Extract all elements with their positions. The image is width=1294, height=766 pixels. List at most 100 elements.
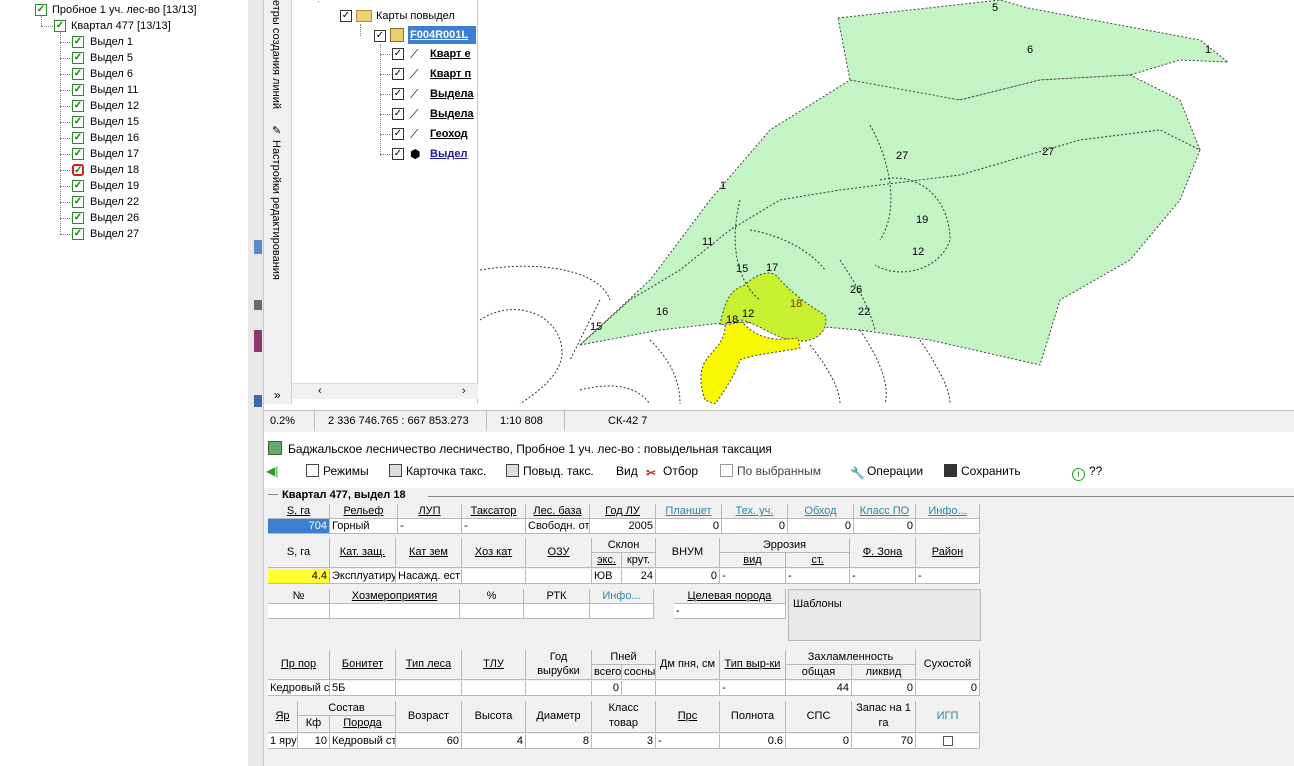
col-header[interactable]: ЛУП bbox=[398, 504, 462, 519]
tree-node-root[interactable]: Пробное 1 уч. лес-во [13/13] bbox=[52, 2, 197, 18]
field-value[interactable]: 10 bbox=[298, 734, 330, 749]
checkbox-map[interactable]: ✓ bbox=[374, 30, 386, 42]
field-value[interactable] bbox=[622, 681, 656, 696]
col-header[interactable]: Хоз кат bbox=[462, 538, 526, 568]
tree-node-vydel[interactable]: Выдел 22 bbox=[90, 194, 139, 210]
field-value[interactable]: 0 bbox=[656, 569, 720, 584]
col-header[interactable]: Тип выр-ки bbox=[720, 650, 786, 680]
scroll-right-icon[interactable]: › bbox=[462, 385, 466, 397]
field-value[interactable] bbox=[916, 519, 980, 534]
tree-node-layer[interactable]: Геоход bbox=[430, 125, 476, 143]
field-value[interactable]: 0 bbox=[656, 519, 722, 534]
field-value[interactable]: 44 bbox=[786, 681, 852, 696]
checkbox-layer[interactable]: ✓ bbox=[392, 148, 404, 160]
tree-node-vydel[interactable]: Выдел 18 bbox=[90, 162, 139, 178]
col-header[interactable]: Кат зем bbox=[396, 538, 462, 568]
tree-node-layer[interactable]: Кварт п bbox=[430, 65, 476, 83]
save-button[interactable]: Сохранить bbox=[944, 464, 1021, 478]
tree-node-vydel[interactable]: Выдел 11 bbox=[90, 82, 138, 98]
checkbox-root[interactable]: ✓ bbox=[35, 4, 47, 16]
tree-node-map[interactable]: F004R001L bbox=[408, 26, 476, 44]
col-header[interactable]: РТК bbox=[524, 589, 590, 604]
h-scrollbar[interactable]: ‹ › bbox=[292, 383, 478, 399]
checkbox-vydel[interactable]: ✓ bbox=[72, 52, 84, 64]
field-value[interactable]: - bbox=[786, 569, 850, 584]
checkbox-vydel[interactable]: ✓ bbox=[72, 196, 84, 208]
col-header[interactable]: Ф. Зона bbox=[850, 538, 916, 568]
field-value[interactable]: - bbox=[916, 569, 980, 584]
col-header[interactable]: Тех. уч. bbox=[722, 504, 788, 519]
tab-line-params[interactable]: етры создания линий bbox=[270, 0, 282, 109]
field-value[interactable]: Свободн. от bbox=[526, 519, 590, 534]
col-header[interactable]: Кат. защ. bbox=[330, 538, 396, 568]
templates-box[interactable]: Шаблоны bbox=[788, 589, 981, 641]
field-value[interactable]: - bbox=[720, 569, 786, 584]
col-header[interactable]: Яр bbox=[268, 701, 298, 733]
checkbox-vydel[interactable]: ✓ bbox=[72, 212, 84, 224]
field-value[interactable]: - bbox=[720, 681, 786, 696]
field-value[interactable]: 4 bbox=[462, 734, 526, 749]
col-header[interactable]: Хозмероприятия bbox=[330, 589, 460, 604]
checkbox-vydel[interactable]: ✓ bbox=[72, 148, 84, 160]
col-header[interactable]: S, га bbox=[268, 504, 330, 519]
checkbox-layer[interactable]: ✓ bbox=[392, 128, 404, 140]
field-value[interactable] bbox=[526, 569, 592, 584]
col-header[interactable]: ОЗУ bbox=[526, 538, 592, 568]
field-value[interactable]: 0.6 bbox=[720, 734, 786, 749]
col-header[interactable]: Целевая порода bbox=[674, 589, 786, 604]
tree-node-vydel[interactable]: Выдел 12 bbox=[90, 98, 139, 114]
tree-node-vydel[interactable]: Выдел 6 bbox=[90, 66, 133, 82]
tree-node-layer[interactable]: Выдела bbox=[430, 105, 476, 123]
tree-node-vydel[interactable]: Выдел 27 bbox=[90, 226, 139, 242]
field-value[interactable] bbox=[396, 681, 462, 696]
scroll-left-icon[interactable]: ‹ bbox=[318, 385, 322, 397]
chevron-down-icon[interactable]: » bbox=[274, 388, 281, 402]
col-header[interactable]: экс. bbox=[592, 553, 622, 568]
checkbox-vydel[interactable]: ✓ bbox=[72, 100, 84, 112]
col-header[interactable]: ТЛУ bbox=[462, 650, 526, 680]
selected-button[interactable]: По выбранным bbox=[720, 464, 821, 478]
field-value[interactable]: 60 bbox=[396, 734, 462, 749]
checkbox-layer[interactable]: ✓ bbox=[392, 88, 404, 100]
field-value[interactable]: 0 bbox=[852, 681, 916, 696]
operations-button[interactable]: 🔧 Операции bbox=[850, 464, 923, 480]
field-value[interactable]: 0 bbox=[722, 519, 788, 534]
tree-node-vydel[interactable]: Выдел 16 bbox=[90, 130, 139, 146]
checkbox-folder[interactable]: ✓ bbox=[340, 10, 352, 22]
field-value[interactable]: Горный bbox=[330, 519, 398, 534]
field-value[interactable]: - bbox=[398, 519, 462, 534]
field-value[interactable] bbox=[462, 569, 526, 584]
tree-node-layer[interactable]: Выдела bbox=[430, 85, 476, 103]
field-value[interactable] bbox=[524, 604, 590, 619]
col-header[interactable]: % bbox=[460, 589, 524, 604]
field-value[interactable]: - bbox=[674, 604, 786, 619]
field-value[interactable]: Кедровый ст bbox=[330, 734, 396, 749]
field-value[interactable] bbox=[526, 681, 592, 696]
checkbox-vydel[interactable]: ✓ bbox=[72, 68, 84, 80]
col-header[interactable]: Бонитет bbox=[330, 650, 396, 680]
checkbox-vydel[interactable]: ✓ bbox=[72, 180, 84, 192]
col-header[interactable]: Инфо... bbox=[916, 504, 980, 519]
field-value[interactable] bbox=[590, 604, 654, 619]
col-header[interactable]: № bbox=[268, 589, 330, 604]
view-button[interactable]: Вид bbox=[616, 464, 638, 478]
field-value[interactable]: 24 bbox=[622, 569, 656, 584]
col-header[interactable]: Тип леса bbox=[396, 650, 462, 680]
field-value[interactable]: 8 bbox=[526, 734, 592, 749]
col-header[interactable]: Год ЛУ bbox=[590, 504, 656, 519]
checkbox-layer[interactable]: ✓ bbox=[392, 68, 404, 80]
filter-button[interactable]: ✂ Отбор bbox=[646, 464, 698, 480]
back-icon[interactable]: ◀| bbox=[266, 464, 278, 478]
field-value[interactable]: Эксплуатиру bbox=[330, 569, 396, 584]
field-value[interactable]: 0 bbox=[916, 681, 980, 696]
tree-node-vydel[interactable]: Выдел 1 bbox=[90, 34, 133, 50]
checkbox-kvartal[interactable]: ✓ bbox=[54, 20, 66, 32]
help-button[interactable]: i?? bbox=[1072, 464, 1102, 481]
field-value[interactable]: 0 bbox=[788, 519, 854, 534]
col-header[interactable]: Класс ПО bbox=[854, 504, 916, 519]
col-header[interactable]: вид bbox=[720, 553, 786, 568]
tab-edit-settings[interactable]: Настройки редактирования bbox=[270, 140, 282, 280]
left-splitter[interactable] bbox=[248, 0, 264, 766]
field-value[interactable]: ЮВ bbox=[592, 569, 622, 584]
field-value[interactable]: 1 ярус bbox=[268, 734, 298, 749]
